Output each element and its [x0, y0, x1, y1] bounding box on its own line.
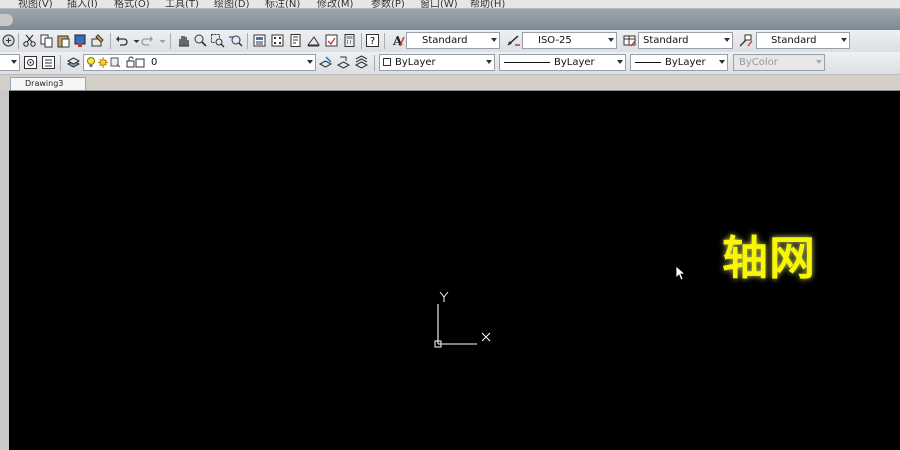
menu-draw[interactable]: 绘图(D)	[214, 0, 250, 8]
chevron-down-icon	[11, 60, 17, 64]
linetype-sample	[504, 62, 550, 63]
dimension-style-select[interactable]: ISO-25	[522, 32, 617, 49]
publish-icon[interactable]	[1, 33, 16, 48]
tab-label: Drawing3	[25, 79, 64, 88]
linetype-value: ByLayer	[554, 57, 595, 68]
menu-insert[interactable]: 插入(I)	[67, 0, 98, 8]
svg-text:?: ?	[370, 36, 375, 47]
copy-icon[interactable]	[39, 33, 54, 48]
chevron-down-icon	[841, 38, 847, 42]
toolbar-separator	[18, 33, 19, 49]
help-icon[interactable]: ?	[365, 33, 380, 48]
table-style-select[interactable]: Standard	[638, 32, 733, 49]
chevron-down-icon	[816, 60, 822, 64]
multileader-style-icon[interactable]	[738, 33, 753, 48]
match-properties-icon[interactable]	[73, 33, 88, 48]
menu-help[interactable]: 帮助(H)	[470, 0, 505, 8]
pan-icon[interactable]	[176, 33, 191, 48]
menu-window[interactable]: 窗口(W)	[420, 0, 458, 8]
paste-icon[interactable]	[56, 33, 71, 48]
overlay-caption: 轴网	[722, 231, 816, 285]
ucs-icon: X Y	[430, 287, 500, 357]
tab-drawing3[interactable]: Drawing3	[10, 77, 86, 90]
mouse-pointer-icon	[675, 265, 687, 281]
text-style-icon[interactable]: A	[390, 33, 405, 48]
chevron-down-icon	[307, 60, 313, 64]
dimension-style-icon[interactable]	[506, 33, 521, 48]
color-value: ByLayer	[395, 57, 436, 68]
multileader-style-select[interactable]: Standard	[756, 32, 850, 49]
markup-set-manager-icon[interactable]	[324, 33, 339, 48]
redo-dropdown-icon[interactable]	[155, 33, 166, 48]
toolbar-separator	[384, 33, 385, 49]
toolbar-separator	[110, 33, 111, 49]
workspace-select[interactable]	[0, 54, 20, 71]
toolbar-separator	[361, 33, 362, 49]
menu-view[interactable]: 视图(V)	[18, 0, 53, 8]
properties-icon[interactable]	[252, 33, 267, 48]
lineweight-value: ByLayer	[665, 57, 706, 68]
menu-bar: 视图(V) 插入(I) 格式(O) 工具(T) 绘图(D) 标注(N) 修改(M…	[0, 0, 900, 9]
zoom-window-icon[interactable]	[210, 33, 225, 48]
toolbar-separator	[170, 33, 171, 49]
bulb-icon	[86, 56, 146, 70]
table-style-icon[interactable]	[622, 33, 637, 48]
chevron-down-icon	[617, 60, 623, 64]
toolbar-separator	[374, 55, 375, 71]
chevron-down-icon	[608, 38, 614, 42]
menu-parametric[interactable]: 参数(P)	[371, 0, 405, 8]
lineweight-control-select[interactable]: ByLayer	[630, 54, 728, 71]
tool-palettes-icon[interactable]	[288, 33, 303, 48]
color-swatch	[383, 58, 391, 66]
standard-toolbar: ? A Standard ISO-25 Standard Standard	[0, 30, 900, 53]
redo-icon[interactable]	[140, 33, 155, 48]
toolbar-separator	[60, 55, 61, 71]
chevron-down-icon	[486, 60, 492, 64]
quickcalc-icon[interactable]	[342, 33, 357, 48]
menu-tools[interactable]: 工具(T)	[165, 0, 199, 8]
undo-icon[interactable]	[114, 33, 129, 48]
lineweight-sample	[635, 62, 661, 63]
plot-style-value: ByColor	[739, 57, 778, 68]
zoom-previous-icon[interactable]	[228, 33, 243, 48]
text-style-value: Standard	[422, 35, 468, 46]
toolbar-separator	[247, 33, 248, 49]
text-style-select[interactable]: Standard	[406, 32, 500, 49]
chevron-down-icon	[491, 38, 497, 42]
menu-modify[interactable]: 修改(M)	[317, 0, 353, 8]
current-layer-name: 0	[151, 57, 158, 68]
layer-select[interactable]: 0	[83, 54, 316, 71]
cut-icon[interactable]	[22, 33, 37, 48]
menu-dimension[interactable]: 标注(N)	[265, 0, 300, 8]
make-object-layer-current-icon[interactable]	[318, 55, 333, 70]
plot-style-control-select: ByColor	[733, 54, 825, 71]
menu-format[interactable]: 格式(O)	[114, 0, 150, 8]
layers-properties-toolbar: 0 ByLayer ByLayer ByLayer ByColor	[0, 52, 900, 75]
workspace-settings-icon[interactable]	[23, 55, 38, 70]
design-center-icon[interactable]	[270, 33, 285, 48]
chevron-down-icon	[724, 38, 730, 42]
layer-previous-icon[interactable]	[336, 55, 351, 70]
undo-dropdown-icon[interactable]	[129, 33, 140, 48]
layer-properties-manager-icon[interactable]	[66, 55, 81, 70]
dimension-style-value: ISO-25	[538, 35, 572, 46]
ribbon-strip	[0, 9, 900, 30]
multileader-style-value: Standard	[771, 35, 817, 46]
linetype-control-select[interactable]: ByLayer	[499, 54, 626, 71]
my-workspace-icon[interactable]	[41, 55, 56, 70]
application-icon[interactable]	[0, 14, 13, 26]
layer-state-icon[interactable]	[354, 55, 369, 70]
table-style-value: Standard	[643, 35, 689, 46]
document-tab-bar: Drawing3	[0, 75, 900, 91]
zoom-realtime-icon[interactable]	[193, 33, 208, 48]
block-editor-icon[interactable]	[90, 33, 105, 48]
sheet-set-manager-icon[interactable]	[306, 33, 321, 48]
svg-text:A: A	[392, 34, 403, 48]
color-control-select[interactable]: ByLayer	[379, 54, 495, 71]
chevron-down-icon	[719, 60, 725, 64]
